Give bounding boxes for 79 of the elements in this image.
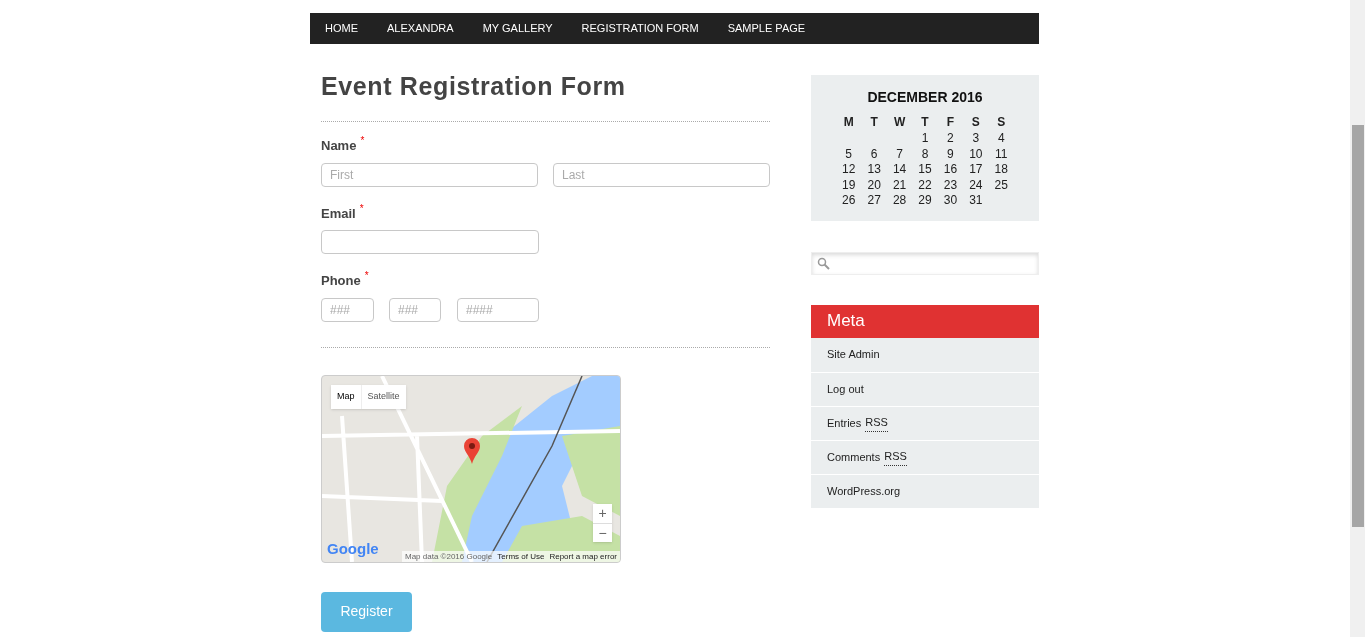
map-type-tab[interactable]: Satellite xyxy=(360,384,406,409)
weekday-label: F xyxy=(946,115,955,129)
calendar-day: 18 xyxy=(994,162,1008,177)
weekday-label: S xyxy=(997,115,1006,129)
abbreviation: RSS xyxy=(865,414,888,432)
search-icon xyxy=(817,256,830,270)
calendar-day: 31 xyxy=(969,193,983,208)
calendar-day: 21 xyxy=(892,177,907,192)
input-field[interactable] xyxy=(321,230,539,254)
calendar-day: 20 xyxy=(867,177,881,192)
calendar-day: 23 xyxy=(943,177,958,192)
meta-link[interactable]: Comments xyxy=(827,448,881,466)
meta-link[interactable]: WordPress.org xyxy=(827,482,901,500)
nav-link[interactable]: MY GALLERY xyxy=(482,20,553,37)
meta-link[interactable]: Site Admin xyxy=(827,346,880,363)
scrollbar[interactable] xyxy=(1350,0,1365,637)
nav-link[interactable]: ALEXANDRA xyxy=(387,20,454,37)
calendar-day: 2 xyxy=(947,131,954,146)
weekday-label: S xyxy=(971,115,980,129)
calendar-day: 3 xyxy=(972,131,980,146)
map-link[interactable]: Report a map error xyxy=(549,550,617,562)
zoom-out-button[interactable]: − xyxy=(593,522,612,542)
calendar-day: 14 xyxy=(892,162,907,177)
meta-link[interactable]: Log out xyxy=(827,380,864,398)
calendar-day: 10 xyxy=(969,146,983,161)
required-mark: * xyxy=(360,136,365,146)
required-mark: * xyxy=(359,203,364,214)
weekday-label: T xyxy=(870,115,878,129)
nav-link[interactable]: HOME xyxy=(325,20,358,37)
calendar-day: 26 xyxy=(842,193,856,208)
calendar-day: 28 xyxy=(892,193,907,208)
calendar-day: 5 xyxy=(845,146,853,161)
weekday-label: W xyxy=(893,115,906,129)
calendar-caption: DECEMBER 2016 xyxy=(866,88,984,107)
calendar-day: 4 xyxy=(997,131,1005,146)
calendar-day: 15 xyxy=(918,162,932,177)
calendar-day: 13 xyxy=(867,162,881,177)
calendar-day: 9 xyxy=(947,146,954,161)
calendar-day: 7 xyxy=(896,146,903,161)
field-label: Name xyxy=(321,137,357,155)
map-type-tab[interactable]: Map xyxy=(331,384,361,409)
calendar-day: 17 xyxy=(969,162,983,177)
input-field[interactable]: Last xyxy=(553,162,770,187)
calendar-day: 19 xyxy=(842,177,856,192)
meta-link[interactable]: Entries xyxy=(827,414,862,432)
map-placeholder[interactable]: Map Satellite + − Google Map data ©2016 Google Terms of Use Report a map error xyxy=(321,374,621,563)
calendar-day: 16 xyxy=(943,162,958,177)
map-logo: Google xyxy=(327,539,379,559)
search-field[interactable] xyxy=(811,251,1039,275)
calendar-day: 11 xyxy=(995,146,1008,161)
map-attribution: Map data ©2016 Google xyxy=(405,550,493,562)
map-link[interactable]: Terms of Use xyxy=(497,550,545,562)
abbreviation: RSS xyxy=(884,448,907,466)
calendar-day: 27 xyxy=(867,193,881,208)
input-field[interactable]: ### xyxy=(389,297,441,322)
calendar-day: 30 xyxy=(943,193,958,208)
widget-title: Meta xyxy=(811,304,1039,338)
field-label: Phone xyxy=(321,272,361,290)
calendar-day: 12 xyxy=(842,162,856,177)
calendar-day: 29 xyxy=(918,193,932,208)
calendar-day: 8 xyxy=(921,146,929,161)
field-label: Email xyxy=(321,204,356,223)
input-field[interactable]: First xyxy=(321,162,538,187)
nav-link[interactable]: REGISTRATION FORM xyxy=(581,20,699,37)
zoom-in-button[interactable]: + xyxy=(593,503,612,523)
input-field[interactable]: #### xyxy=(457,297,539,322)
nav-link[interactable]: SAMPLE PAGE xyxy=(727,20,806,37)
map-pin-icon xyxy=(464,437,480,464)
calendar-day: 25 xyxy=(994,177,1008,192)
weekday-label: M xyxy=(843,115,854,129)
calendar-day: 24 xyxy=(969,177,983,192)
calendar-day: 6 xyxy=(870,146,878,161)
input-field[interactable]: ### xyxy=(321,297,374,322)
required-mark: * xyxy=(364,271,369,281)
calendar-day: 1 xyxy=(921,131,929,146)
page-title: Event Registration Form xyxy=(321,74,627,99)
scrollbar-thumb[interactable] xyxy=(1351,125,1364,527)
weekday-label: T xyxy=(921,115,929,129)
calendar-day: 22 xyxy=(918,177,932,192)
